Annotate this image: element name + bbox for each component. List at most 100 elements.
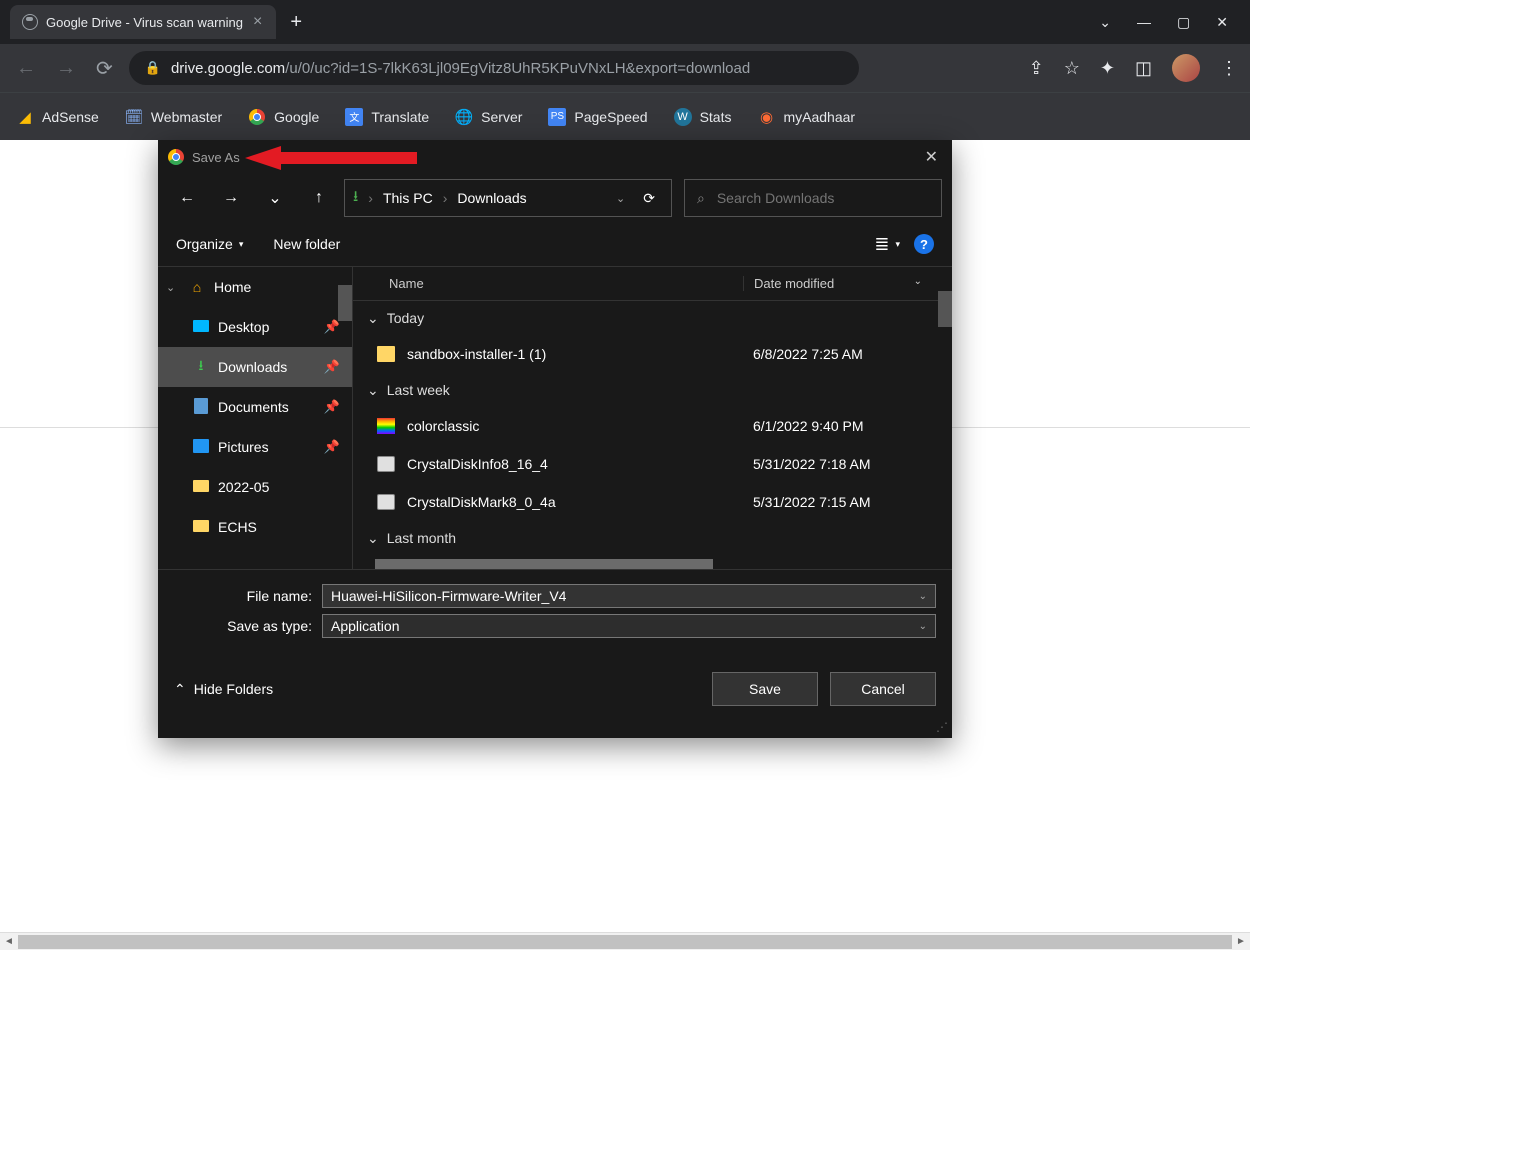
filename-label: File name: (174, 588, 322, 604)
bookmark-pagespeed[interactable]: PSPageSpeed (548, 108, 647, 126)
dialog-close-icon[interactable]: ✕ (921, 143, 942, 171)
breadcrumb-refresh-icon[interactable]: ⟳ (635, 190, 663, 207)
sidebar-item-desktop[interactable]: Desktop 📌 (158, 307, 352, 347)
sidebar-item-downloads[interactable]: ⭳ Downloads 📌 (158, 347, 352, 387)
column-header-name[interactable]: Name (353, 276, 743, 291)
maximize-icon[interactable]: ▢ (1177, 14, 1190, 31)
file-row[interactable]: CrystalDiskInfo8_16_4 5/31/2022 7:18 AM (353, 445, 952, 483)
sidebar-item-folder[interactable]: 2022-05 (158, 467, 352, 507)
chrome-icon (168, 149, 184, 165)
hide-folders-button[interactable]: ⌃Hide Folders (174, 681, 273, 698)
bookmark-adsense[interactable]: ◢AdSense (16, 108, 99, 126)
breadcrumb[interactable]: ⭳ › This PC › Downloads ⌄ ⟳ (344, 179, 672, 217)
bookmark-google[interactable]: Google (248, 108, 319, 126)
file-group[interactable]: ⌄Last week (353, 373, 952, 407)
picture-icon (193, 439, 209, 453)
tab-title: Google Drive - Virus scan warning (46, 15, 243, 30)
folder-icon (193, 520, 209, 532)
folder-icon (377, 346, 395, 362)
new-folder-button[interactable]: New folder (273, 236, 340, 252)
breadcrumb-expand-icon[interactable]: ⌄ (616, 192, 625, 205)
search-icon: ⌕ (697, 190, 705, 207)
nav-back-button[interactable]: ← (168, 179, 206, 217)
back-button[interactable]: ← (12, 53, 40, 84)
breadcrumb-item[interactable]: Downloads (457, 190, 526, 206)
breadcrumb-item[interactable]: This PC (383, 190, 433, 206)
star-icon[interactable]: ☆ (1064, 58, 1080, 79)
chevron-right-icon: › (368, 190, 373, 206)
minimize-icon[interactable]: — (1137, 14, 1151, 31)
bookmark-translate[interactable]: 文Translate (345, 108, 429, 126)
browser-tab[interactable]: Google Drive - Virus scan warning × (10, 5, 276, 39)
file-row[interactable]: CrystalDiskMark8_0_4a 5/31/2022 7:15 AM (353, 483, 952, 521)
document-icon (194, 398, 208, 414)
file-list-header: Name Date modified⌄ (353, 267, 952, 301)
extensions-icon[interactable]: ✦ (1100, 58, 1115, 79)
filename-input[interactable]: Huawei-HiSilicon-Firmware-Writer_V4 ⌄ (322, 584, 936, 608)
sidebar-item-pictures[interactable]: Pictures 📌 (158, 427, 352, 467)
profile-avatar[interactable] (1172, 54, 1200, 82)
nav-up-button[interactable]: ↑ (300, 179, 338, 217)
filelist-h-scrollbar[interactable] (375, 559, 713, 569)
download-icon: ⭳ (192, 355, 210, 379)
window-controls: ⌄ — ▢ ✕ (1077, 0, 1250, 45)
desktop-icon (193, 320, 209, 332)
filelist-scrollbar[interactable] (938, 291, 952, 327)
menu-icon[interactable]: ⋮ (1220, 58, 1238, 79)
nav-forward-button[interactable]: → (212, 179, 250, 217)
save-button[interactable]: Save (712, 672, 818, 706)
browser-chrome: Google Drive - Virus scan warning × + ⌄ … (0, 0, 1250, 140)
page-h-scrollbar[interactable]: ◄ ► (0, 932, 1250, 950)
view-options-button[interactable]: ≣ ▾ (874, 234, 900, 255)
search-input[interactable] (717, 190, 929, 206)
savetype-label: Save as type: (174, 618, 322, 634)
file-row[interactable]: sandbox-installer-1 (1) 6/8/2022 7:25 AM (353, 335, 952, 373)
bookmark-webmaster[interactable]: 🗓Webmaster (125, 108, 222, 126)
forward-button[interactable]: → (52, 53, 80, 84)
home-icon: ⌂ (188, 279, 206, 295)
resize-grip[interactable]: ⋰ (936, 720, 948, 734)
reload-button[interactable]: ⟳ (92, 52, 117, 85)
help-icon[interactable]: ? (914, 234, 934, 254)
scroll-thumb[interactable] (18, 935, 1232, 949)
address-bar[interactable]: 🔒 drive.google.com/u/0/uc?id=1S-7lkK63Lj… (129, 51, 859, 85)
column-header-date[interactable]: Date modified⌄ (743, 276, 952, 291)
chevron-up-icon: ⌃ (174, 681, 186, 698)
pin-icon: 📌 (324, 439, 340, 455)
file-row[interactable]: colorclassic 6/1/2022 9:40 PM (353, 407, 952, 445)
nav-recent-button[interactable]: ⌄ (256, 179, 294, 217)
file-group[interactable]: ⌄Today (353, 301, 952, 335)
dialog-titlebar[interactable]: Save As ✕ (158, 140, 952, 174)
share-icon[interactable]: ⇪ (1029, 58, 1044, 79)
scroll-right-icon[interactable]: ► (1232, 936, 1250, 947)
sidebar-item-documents[interactable]: Documents 📌 (158, 387, 352, 427)
chevron-down-icon: ⌄ (166, 281, 180, 294)
sidebar-scrollbar[interactable] (338, 285, 352, 321)
new-tab-button[interactable]: + (276, 7, 316, 38)
folder-icon (193, 480, 209, 492)
sidebar-item-folder[interactable]: ECHS (158, 507, 352, 547)
url-text: drive.google.com/u/0/uc?id=1S-7lkK63Ljl0… (171, 60, 750, 77)
window-close-icon[interactable]: ✕ (1216, 14, 1228, 31)
application-icon (377, 456, 395, 472)
bookmark-myaadhaar[interactable]: ◉myAadhaar (757, 108, 855, 126)
scroll-left-icon[interactable]: ◄ (0, 936, 18, 947)
chevron-down-icon: ⌄ (914, 276, 922, 287)
window-dropdown-icon[interactable]: ⌄ (1099, 14, 1111, 31)
bookmark-stats[interactable]: WStats (674, 108, 732, 126)
cancel-button[interactable]: Cancel (830, 672, 936, 706)
bookmark-server[interactable]: 🌐Server (455, 108, 522, 126)
chevron-down-icon: ⌄ (367, 530, 379, 547)
sidepanel-icon[interactable]: ◫ (1135, 58, 1152, 79)
chevron-down-icon[interactable]: ⌄ (919, 621, 927, 632)
file-group[interactable]: ⌄Last month (353, 521, 952, 555)
chevron-right-icon: › (443, 190, 448, 206)
organize-button[interactable]: Organize ▾ (176, 236, 243, 252)
sidebar: ⌄ ⌂ Home Desktop 📌 ⭳ Downloads 📌 Documen… (158, 267, 353, 569)
chevron-down-icon[interactable]: ⌄ (919, 591, 927, 602)
sidebar-item-home[interactable]: ⌄ ⌂ Home (158, 267, 352, 307)
chevron-down-icon: ⌄ (367, 382, 379, 399)
search-box[interactable]: ⌕ (684, 179, 942, 217)
savetype-select[interactable]: Application ⌄ (322, 614, 936, 638)
close-tab-icon[interactable]: × (251, 13, 264, 31)
